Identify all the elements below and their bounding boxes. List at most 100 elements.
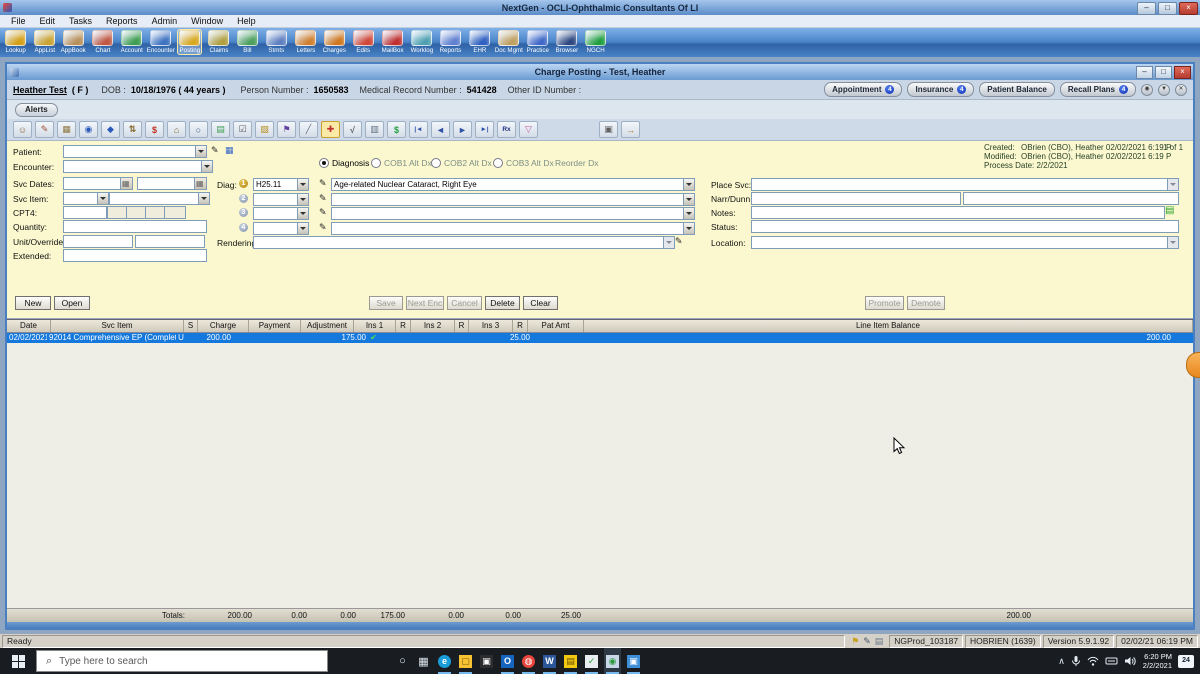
column-header-adjustment[interactable]: Adjustment — [301, 320, 354, 332]
toolbar-ngch-button[interactable]: NGCH — [584, 30, 607, 54]
svc-item-code-dropdown-icon[interactable] — [97, 193, 108, 204]
menu-admin[interactable]: Admin — [145, 16, 185, 26]
keyboard-icon[interactable] — [1105, 655, 1118, 667]
ledger-icon[interactable]: ▦ — [57, 121, 76, 138]
exit-icon[interactable]: → — [621, 121, 640, 138]
column-header-charge[interactable]: Charge — [198, 320, 249, 332]
menu-tasks[interactable]: Tasks — [62, 16, 99, 26]
quantity-field[interactable]: 1 — [63, 220, 207, 233]
diag-description-dropdown-icon[interactable] — [683, 194, 694, 205]
patient-balance-button[interactable]: Patient Balance — [979, 82, 1055, 97]
column-header-ins-2[interactable]: Ins 2 — [411, 320, 455, 332]
insurance-button[interactable]: Insurance4 — [907, 82, 974, 97]
window-maximize-button[interactable]: □ — [1155, 66, 1172, 79]
cancel-button[interactable]: Cancel — [447, 296, 482, 310]
banner-dropdown-icon[interactable]: ▼ — [1158, 84, 1170, 96]
diag-code-dropdown-icon[interactable] — [297, 194, 308, 205]
taskbar-chrome[interactable]: ◍ — [520, 648, 537, 674]
microphone-icon[interactable] — [1071, 655, 1081, 667]
notes-field[interactable] — [751, 206, 1165, 219]
edit-rendering-icon[interactable]: ✎ — [675, 236, 683, 247]
rx-icon[interactable]: Rx — [497, 121, 516, 138]
column-header-ins-3[interactable]: Ins 3 — [469, 320, 513, 332]
narr-field[interactable] — [751, 192, 961, 205]
toolbar-stmts-button[interactable]: Stmts — [265, 30, 288, 54]
diag-4-description-field[interactable] — [331, 222, 695, 235]
menu-help[interactable]: Help — [230, 16, 263, 26]
app-maximize-button[interactable]: □ — [1158, 2, 1177, 15]
diag-description-dropdown-icon[interactable] — [683, 208, 694, 219]
taskbar-outlook[interactable]: O — [499, 648, 516, 674]
svc-date-from-field[interactable]: 02/02/2021 — [63, 177, 133, 190]
banner-pin-icon[interactable]: ◉ — [1141, 84, 1153, 96]
menu-file[interactable]: File — [4, 16, 33, 26]
diag-2-code-field[interactable] — [253, 193, 309, 206]
radio-cob1[interactable]: COB1 Alt Dx — [371, 158, 432, 168]
place-svc-dropdown-icon[interactable] — [1167, 179, 1178, 190]
taskbar-nextgen[interactable]: ✓ — [583, 648, 600, 674]
toolbar-browser-button[interactable]: Browser — [555, 30, 578, 54]
location-dropdown-icon[interactable] — [1167, 237, 1178, 248]
toolbar-ehr-button[interactable]: EHR — [468, 30, 491, 54]
hidden-icons-chevron[interactable]: ∧ — [1058, 656, 1065, 667]
appointment-button[interactable]: Appointment4 — [824, 82, 902, 97]
svc-date-to-field[interactable]: 02/02/2021 — [137, 177, 207, 190]
radio-cob3[interactable]: COB3 Alt Dx — [493, 158, 554, 168]
lab-flask-icon[interactable]: ▽ — [519, 121, 538, 138]
taskbar-edge[interactable]: e — [436, 648, 453, 674]
taskbar-word[interactable]: W — [541, 648, 558, 674]
checklist-icon[interactable]: ☑ — [233, 121, 252, 138]
network-icon[interactable] — [1087, 655, 1099, 667]
save-button[interactable]: Save — [369, 296, 403, 310]
stamp-icon[interactable]: ▨ — [255, 121, 274, 138]
diag-description-dropdown-icon[interactable] — [683, 179, 694, 190]
svc-item-desc-dropdown-icon[interactable] — [198, 193, 209, 204]
first-aid-icon[interactable]: ✚ — [321, 121, 340, 138]
alerts-icon[interactable]: ⚑ — [851, 636, 859, 646]
transfer-icon[interactable]: ⇅ — [123, 121, 142, 138]
encounter-field[interactable]: 4625022 02/02/2021 Unbilled — [63, 160, 213, 173]
nav-last-icon[interactable]: ►| — [475, 121, 494, 138]
taskbar-nextgen-posting[interactable]: ◉ — [604, 648, 621, 674]
column-header-payment[interactable]: Payment — [249, 320, 301, 332]
toolbar-charges-button[interactable]: Charges — [323, 30, 346, 54]
toolbar-appbook-button[interactable]: AppBook — [62, 30, 85, 54]
toolbar-posting-button[interactable]: Posting — [178, 30, 201, 54]
app-close-button[interactable]: × — [1179, 2, 1198, 15]
toolbar-lookup-button[interactable]: Lookup — [4, 30, 27, 54]
window-close-button[interactable]: × — [1174, 66, 1191, 79]
menu-edit[interactable]: Edit — [33, 16, 63, 26]
shield-icon[interactable]: ◆ — [101, 121, 120, 138]
toolbar-account-button[interactable]: Account — [120, 30, 143, 54]
svc-item-code-field[interactable]: 92014 — [63, 192, 109, 205]
toolbar-encounter-button[interactable]: Encounter — [149, 30, 172, 54]
taskbar-camera-app[interactable]: ▣ — [625, 648, 642, 674]
clock-icon[interactable]: ○ — [189, 121, 208, 138]
charge-row-selected[interactable]: 02/02/202192014 Comprehensive EP (Comple… — [7, 333, 1193, 343]
rendering-dropdown-icon[interactable] — [663, 237, 674, 248]
new-button[interactable]: New — [15, 296, 51, 310]
reorder-dx-label[interactable]: Reorder Dx — [555, 158, 598, 168]
calendar-icon[interactable] — [120, 178, 132, 189]
toolbar-mailbox-button[interactable]: MailBox — [381, 30, 404, 54]
edit-diag-2-icon[interactable]: ✎ — [319, 193, 327, 204]
taskbar-search[interactable]: ⌕ Type here to search — [36, 650, 328, 672]
calendar-icon[interactable] — [194, 178, 206, 189]
column-header-r[interactable]: R — [455, 320, 469, 332]
taskbar-task-view[interactable]: ▦ — [415, 648, 432, 674]
taskbar-store[interactable]: ▣ — [478, 648, 495, 674]
override-field[interactable]: 200.00 — [135, 235, 205, 248]
clear-button[interactable]: Clear — [523, 296, 558, 310]
extended-field[interactable]: 200.00 — [63, 249, 207, 262]
radio-cob2[interactable]: COB2 Alt Dx — [431, 158, 492, 168]
status-field[interactable]: Unbilled — [751, 220, 1179, 233]
column-header-s[interactable]: S — [184, 320, 198, 332]
toolbar-edits-button[interactable]: Edits — [352, 30, 375, 54]
grid-empty-area[interactable] — [7, 343, 1193, 608]
cpt4-mod4-field[interactable] — [164, 206, 186, 219]
toolbar-practice-button[interactable]: Practice — [526, 30, 549, 54]
radio-diagnosis[interactable]: Diagnosis — [319, 158, 369, 168]
taskbar-file-explorer[interactable]: ▢ — [457, 648, 474, 674]
menu-window[interactable]: Window — [184, 16, 230, 26]
app-minimize-button[interactable]: – — [1137, 2, 1156, 15]
